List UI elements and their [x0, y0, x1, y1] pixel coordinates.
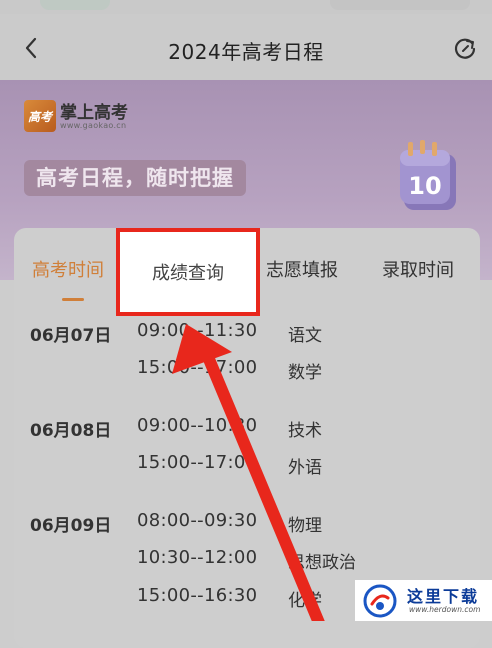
schedule-time: 15:00--17:00 [137, 357, 258, 378]
logo-url: www.gaokao.cn [60, 121, 127, 130]
banner-slogan: 高考日程，随时把握 [24, 160, 246, 196]
app-logo: 高考 [24, 100, 56, 132]
status-blob [40, 0, 110, 10]
status-blob [330, 0, 470, 10]
status-strip [0, 0, 492, 14]
watermark-title: 这里下载 [407, 587, 480, 606]
tab-score-query[interactable]: 成绩查询 [116, 228, 260, 316]
page-title: 2024年高考日程 [168, 40, 324, 64]
tab-admission-time[interactable]: 录取时间 [382, 256, 454, 282]
active-tab-indicator [62, 298, 84, 301]
schedule-date: 06月07日 [30, 326, 112, 346]
calendar-day: 10 [408, 172, 441, 200]
schedule-time: 09:00--10:30 [137, 415, 258, 436]
schedule-time: 15:00--17:00 [137, 452, 258, 473]
tab-exam-time[interactable]: 高考时间 [32, 256, 104, 282]
schedule-time: 15:00--16:30 [137, 585, 258, 606]
site-logo-icon [363, 584, 397, 618]
tab-score-query-label: 成绩查询 [152, 263, 224, 284]
schedule-subject: 技术 [288, 421, 322, 441]
schedule-subject: 化学 [288, 591, 322, 611]
calendar-icon: 10 [400, 140, 456, 210]
schedule-date: 06月09日 [30, 516, 112, 536]
watermark: 这里下载 www.herdown.com [355, 580, 492, 621]
schedule-time: 09:00--11:30 [137, 320, 258, 341]
schedule-subject: 语文 [288, 326, 322, 346]
schedule-time: 10:30--12:00 [137, 547, 258, 568]
schedule-subject: 外语 [288, 458, 322, 478]
schedule-subject: 物理 [288, 516, 322, 536]
schedule-subject: 数学 [288, 363, 322, 383]
watermark-url: www.herdown.com [409, 605, 481, 614]
logo-name: 掌上高考 [60, 103, 128, 123]
nav-bar: 2024年高考日程 [0, 14, 492, 80]
schedule-subject: 思想政治 [288, 553, 356, 573]
schedule-date: 06月08日 [30, 421, 112, 441]
tab-application[interactable]: 志愿填报 [266, 256, 338, 282]
schedule-time: 08:00--09:30 [137, 510, 258, 531]
refresh-icon[interactable] [452, 36, 478, 62]
